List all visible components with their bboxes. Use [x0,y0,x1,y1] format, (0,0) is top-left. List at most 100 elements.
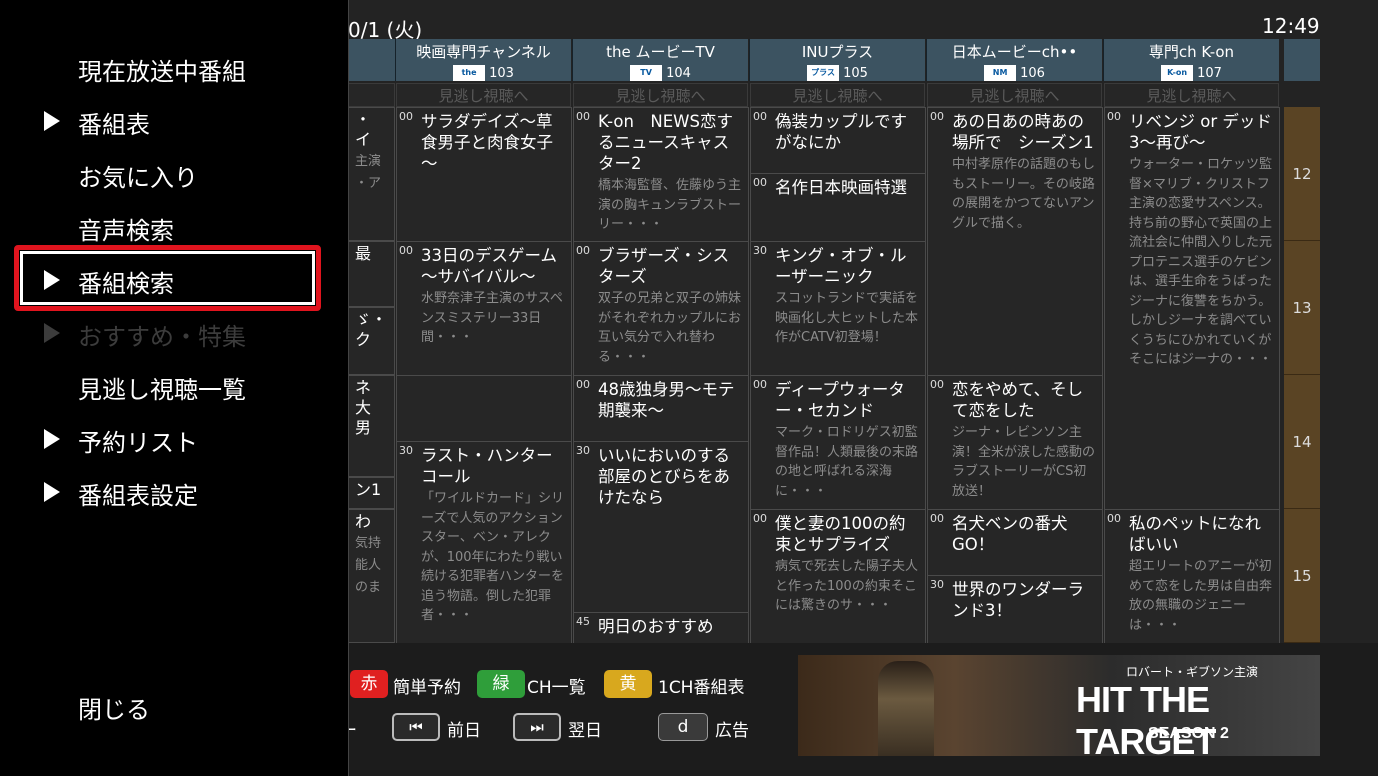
program-cell[interactable]: 00 恋をやめて、そして恋をした ジーナ・レビンソン主演！全米が涙した感動のラブスト… [927,375,1103,510]
green-key[interactable]: 緑 [477,670,525,698]
menu-item[interactable]: お気に入り [78,158,198,193]
program-description: ジーナ・レビンソン主演！全米が涙した感動のラブストーリーがCS初放送！ [952,425,1096,499]
program-title: ネ 大 男 [355,378,372,437]
program-title: 僕と妻の100の約束とサプライズ [775,514,906,554]
program-cell[interactable]: 30 キング・オブ・ルーザーニックスコットランドで実話を映画化し大ヒットした本作が… [750,241,926,376]
clock: 12:49 [1262,14,1320,38]
red-key-label: 簡単予約 [393,678,461,698]
program-cell[interactable]: 00 33日のデスゲーム～サバイバル～ 水野奈津子主演のサスペンスミステリー33日間… [396,241,572,376]
program-title: 名犬ベンの番犬GO！ [952,514,1068,554]
menu-item[interactable]: 番組表 [78,105,150,140]
channel-logo-icon: K-on [1161,64,1194,81]
catchup-button[interactable]: 見逃し視聴へ [396,83,571,107]
green-key-label: CH一覧 [527,678,586,698]
program-description: 水野奈津子主演のサスペンスミステリー33日間・・・ [421,291,563,345]
menu-item[interactable]: 番組表設定 [78,476,198,511]
program-start-minute: 00 [753,378,767,391]
catchup-button[interactable]: 見逃し視聴へ [573,83,748,107]
d-key[interactable]: d [658,713,708,741]
program-start-minute: 00 [753,176,767,189]
yellow-key[interactable]: 黄 [604,670,652,698]
program-description: 橋本海監督、佐藤ゆう主演の胸キュンラブストーリー・・・ [598,178,742,232]
program-cell[interactable]: 00 僕と妻の100の約束とサプライズ 病気で死去した陽子夫人と作った100の約束そ… [750,509,926,644]
program-start-minute: 30 [930,578,944,591]
ad-title: HIT THE TARGET [1076,679,1216,756]
ad-banner[interactable]: ロバート・ギブソン主演 HIT THE TARGET SEASON 2 [798,655,1320,756]
catchup-button[interactable]: 見逃し視聴へ [927,83,1102,107]
program-title: 偽装カップルですがなにか [775,112,907,152]
submenu-arrow-icon [44,429,60,449]
program-cell[interactable]: 00 偽装カップルですがなにか [750,107,926,174]
program-title: 33日のデスゲーム～サバイバル～ [421,246,558,286]
red-key[interactable]: 赤 [350,670,388,698]
submenu-arrow-icon [44,323,60,343]
menu-item[interactable]: 現在放送中番組 [78,52,246,87]
program-cell[interactable]: 00 サラダデイズ～草食男子と肉食女子～ [396,107,572,242]
channel-header: 専門ch K-on K-on 107 [1103,39,1279,81]
program-cell[interactable]: 00 私のペットになればいい 超エリートのアニーが初めて恋をした男は自由奔放の無職の… [1104,509,1280,644]
program-cell[interactable]: 00 K-on NEWS恋するニュースキャスター2 橋本海監督、佐藤ゆう主演の胸キュ… [573,107,749,242]
program-cell[interactable] [396,375,572,442]
channel-logo-icon: プラス [807,64,840,81]
time-column-header [1284,39,1320,81]
hour-cell: 14 [1284,375,1320,509]
program-description: マーク・ロドリゲス初監督作品！人類最後の末路の地と呼ばれる深海に・・・ [775,425,919,499]
channel-logo-icon: the MOVIE [453,64,486,93]
program-start-minute: 00 [930,110,944,123]
program-description: スコットランドで実話を映画化し大ヒットした本作がCATV初登場！ [775,291,919,345]
hour-label: 14 [1292,433,1312,451]
ad-image-figure [878,661,934,756]
program-cell[interactable]: 00 リベンジ or デッド3～再び～ ウォーター・ロケッツ監督×マリブ・クリストフ… [1104,107,1280,510]
prev-day-label: 前日 [447,721,481,741]
program-start-minute: 00 [399,110,413,123]
channel-number: 105 [843,66,868,81]
program-title: 明日のおすすめ [598,617,714,636]
program-cell[interactable]: 00 48歳独身男～モテ期襲来～ [573,375,749,442]
program-title: ラスト・ハンターコール [421,446,553,486]
catchup-button[interactable]: 見逃し視聴へ [1104,83,1279,107]
channel-header: 日本ムービーch•• NM 106 [926,39,1102,81]
program-title: いいにおいのする部屋のとびらをあけたなら [598,446,730,507]
side-menu: 現在放送中番組 番組表 お気に入り 音声検索 番組検索 おすすめ・特集 見逃し視聴一覧 予約リ… [0,0,349,776]
program-title: ゞ・ ク [355,310,388,349]
program-title: リベンジ or デッド3～再び～ [1129,112,1272,152]
program-title: わ [355,512,372,531]
program-cell[interactable]: 30 いいにおいのする部屋のとびらをあけたなら [573,441,749,613]
next-day-button[interactable]: ⏭ [513,713,561,741]
channel-number: 104 [666,66,691,81]
program-title: 最 [355,244,372,263]
menu-item[interactable]: 見逃し視聴一覧 [78,370,246,405]
program-title: キング・オブ・ルーザーニック [775,246,907,286]
program-start-minute: 30 [753,244,767,257]
program-cell[interactable]: 30 世界のワンダーランド3！ [927,575,1103,644]
program-title: ・ イ [355,110,372,149]
program-title: 恋をやめて、そして恋をした [952,380,1084,420]
program-cell[interactable]: 00 ディープウォーター・セカンド マーク・ロドリゲス初監督作品！人類最後の末路の地… [750,375,926,510]
channel-header: INUプラスプラス 105 [749,39,925,81]
program-cell[interactable]: 00 あの日あの時あの場所で シーズン1 中村孝原作の話題のもしもストーリー。その岐… [927,107,1103,376]
hour-label: 13 [1292,299,1312,317]
channel-name: INUプラス [801,43,874,61]
program-description: 主演 ・ア [355,154,382,191]
channel-name: the ムービーTV [606,43,715,61]
channel-logo-icon: NM [984,64,1017,81]
channel-number: 103 [489,66,514,81]
program-cell[interactable]: 00 名犬ベンの番犬GO！ [927,509,1103,576]
program-cell[interactable]: 45 明日のおすすめ [573,612,749,644]
catchup-button[interactable]: 見逃し視聴へ [750,83,925,107]
channel-name: 映画専門チャンネル [416,43,551,61]
program-start-minute: 00 [576,110,590,123]
program-description: 超エリートのアニーが初めて恋をした男は自由奔放の無職のジェニーは・・・ [1129,559,1273,633]
hour-cell: 13 [1284,241,1320,375]
program-start-minute: 00 [576,378,590,391]
program-cell[interactable]: 00 ブラザーズ・シスターズ 双子の兄弟と双子の姉妹がそれぞれカップルにお互い気分で… [573,241,749,376]
program-title: ン1 [355,480,382,499]
program-cell[interactable]: 00 名作日本映画特選 [750,173,926,242]
menu-item[interactable]: 予約リスト [78,423,198,458]
program-cell[interactable]: 30 ラスト・ハンターコール 「ワイルドカード」シリーズで人気のアクションスター、ベ… [396,441,572,644]
prev-day-button[interactable]: ⏮ [392,713,440,741]
menu-item[interactable]: 音声検索 [78,211,174,246]
menu-close[interactable]: 閉じる [78,690,150,725]
program-start-minute: 00 [930,512,944,525]
program-description: ウォーター・ロケッツ監督×マリブ・クリストフ主演の恋愛サスペンス。持ち前の野心で… [1129,157,1273,367]
